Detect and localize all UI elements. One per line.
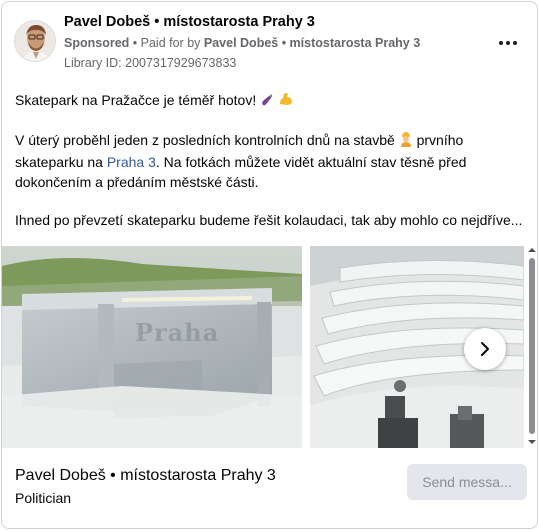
separator-dot: • <box>132 36 141 50</box>
avatar-portrait-image <box>15 21 55 61</box>
footer-category: Politician <box>15 490 72 506</box>
paid-for-prefix: Paid for by <box>140 36 201 50</box>
more-options-button[interactable] <box>496 34 520 52</box>
send-message-button[interactable]: Send messa... <box>407 464 527 500</box>
skatepark-ledge-photo <box>2 246 302 448</box>
post-text-paragraph3: Ihned po převzetí skateparku budeme řeši… <box>15 212 523 228</box>
scroll-up-arrow-icon[interactable] <box>528 246 536 254</box>
flexed-biceps-emoji-icon <box>278 91 294 112</box>
praha3-hashtag-link[interactable]: Praha 3 <box>107 154 156 170</box>
carousel-photo-1[interactable]: Praha <box>2 246 302 448</box>
eggplant-emoji-icon <box>260 92 274 112</box>
praha-engraving: Praha <box>135 318 220 347</box>
post-text-paragraph2: V úterý proběhl jeden z posledních kontr… <box>15 130 530 192</box>
library-id: Library ID: 2007317929673833 <box>64 56 237 70</box>
footer-page-name[interactable]: Pavel Dobeš • místostarosta Prahy 3 <box>15 467 276 485</box>
sponsored-line: Sponsored • Paid for by Pavel Dobeš • mí… <box>64 36 420 50</box>
more-icon <box>499 41 517 45</box>
paid-for-name[interactable]: Pavel Dobeš • místostarosta Prahy 3 <box>204 36 420 50</box>
sponsored-label: Sponsored <box>64 36 130 50</box>
ad-card: Pavel Dobeš • místostarosta Prahy 3 Spon… <box>1 1 538 529</box>
page-name[interactable]: Pavel Dobeš • místostarosta Prahy 3 <box>64 14 315 30</box>
scrollbar-thumb[interactable] <box>529 258 535 434</box>
post-text-line1: Skatepark na Pražačce je téměř hotov! <box>15 90 530 112</box>
avatar[interactable] <box>14 20 56 62</box>
scroll-down-arrow-icon[interactable] <box>528 438 536 446</box>
post-text-segment: V úterý proběhl jeden z posledních kontr… <box>15 132 395 148</box>
chevron-right-icon <box>481 342 489 356</box>
image-carousel[interactable]: Praha <box>2 246 537 448</box>
post-headline: Skatepark na Pražačce je téměř hotov! <box>15 92 257 108</box>
carousel-next-button[interactable] <box>464 328 506 370</box>
scrollbar[interactable] <box>527 246 537 446</box>
construction-worker-emoji-icon <box>399 131 413 152</box>
